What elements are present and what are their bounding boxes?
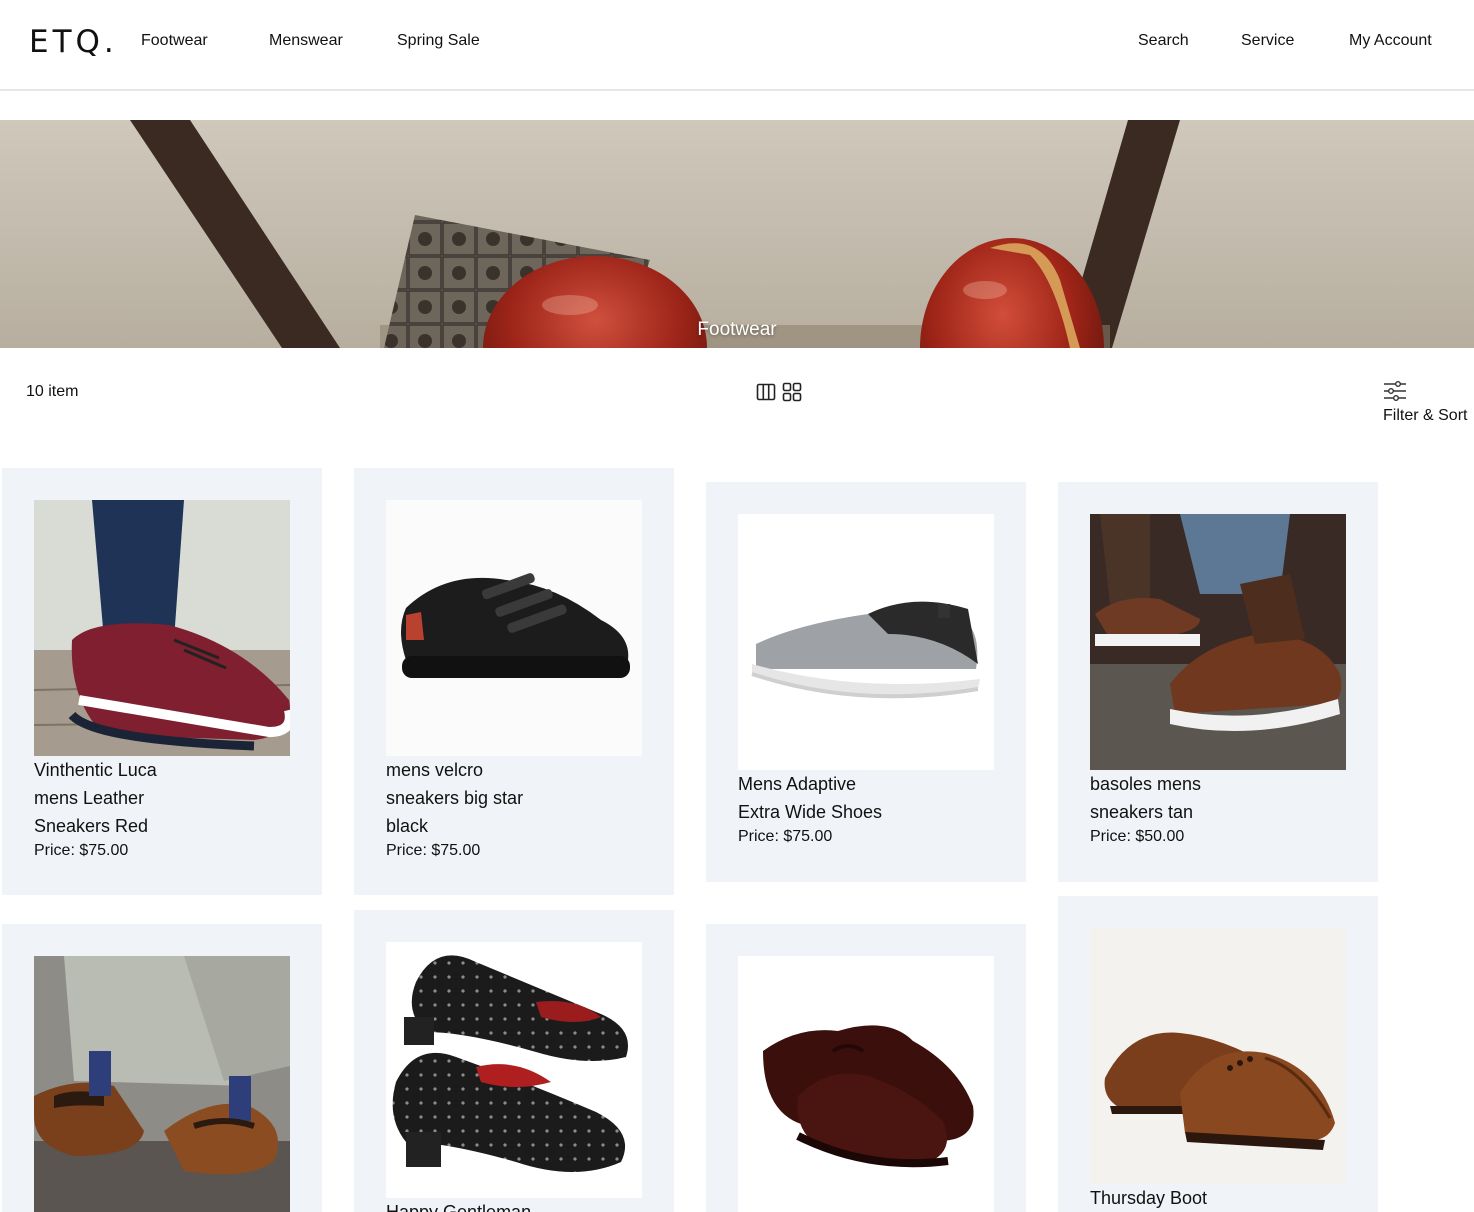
product-name[interactable]: mens velcro sneakers big star black bbox=[386, 756, 536, 840]
product-name[interactable]: Thursday Boot bbox=[1090, 1184, 1240, 1212]
hero-title: Footwear bbox=[697, 319, 777, 340]
two-by-two-grid-icon[interactable] bbox=[782, 382, 802, 402]
product-price: Price: $75.00 bbox=[386, 842, 481, 859]
nav-my-account[interactable]: My Account bbox=[1349, 32, 1432, 50]
item-count: 10 item bbox=[26, 383, 79, 400]
product-card[interactable] bbox=[706, 924, 1026, 1212]
product-card[interactable]: mens velcro sneakers big star black Pric… bbox=[354, 468, 674, 895]
nav-spring-sale[interactable]: Spring Sale bbox=[397, 32, 480, 50]
nav-footwear[interactable]: Footwear bbox=[141, 32, 208, 50]
hero-banner: Footwear bbox=[0, 120, 1474, 348]
hero-image bbox=[0, 120, 1474, 348]
product-image[interactable] bbox=[1090, 928, 1346, 1184]
product-price: Price: $75.00 bbox=[34, 842, 129, 859]
product-card[interactable]: basoles mens sneakers tan Price: $50.00 bbox=[1058, 482, 1378, 882]
product-image[interactable] bbox=[738, 514, 994, 770]
nav-service[interactable]: Service bbox=[1241, 32, 1294, 50]
product-image[interactable] bbox=[34, 956, 290, 1212]
product-card[interactable]: Mens Adaptive Extra Wide Shoes Price: $7… bbox=[706, 482, 1026, 882]
product-image[interactable] bbox=[386, 500, 642, 756]
product-price: Price: $50.00 bbox=[1090, 828, 1185, 845]
nav-menswear[interactable]: Menswear bbox=[269, 32, 343, 50]
product-name[interactable]: Happy Gentleman bbox=[386, 1198, 536, 1212]
product-card[interactable]: Happy Gentleman bbox=[354, 910, 674, 1212]
product-price: Price: $75.00 bbox=[738, 828, 833, 845]
view-toggle bbox=[756, 382, 802, 402]
product-image[interactable] bbox=[1090, 514, 1346, 770]
nav-search[interactable]: Search bbox=[1138, 32, 1189, 50]
product-image[interactable] bbox=[738, 956, 994, 1212]
brand-logo[interactable]: ETQ. bbox=[29, 24, 118, 60]
product-image[interactable] bbox=[386, 942, 642, 1198]
product-card[interactable]: Thursday Boot bbox=[1058, 896, 1378, 1212]
site-header: ETQ. Footwear Menswear Spring Sale Searc… bbox=[0, 0, 1474, 91]
three-column-grid-icon[interactable] bbox=[756, 382, 776, 402]
sliders-icon bbox=[1384, 381, 1406, 401]
product-image[interactable] bbox=[34, 500, 290, 756]
product-name[interactable]: basoles mens sneakers tan bbox=[1090, 770, 1240, 826]
product-card[interactable]: Vinthentic Luca mens Leather Sneakers Re… bbox=[2, 468, 322, 895]
product-card[interactable] bbox=[2, 924, 322, 1212]
filter-sort-label: Filter & Sort bbox=[1383, 407, 1468, 424]
product-name[interactable]: Mens Adaptive Extra Wide Shoes bbox=[738, 770, 888, 826]
product-name[interactable]: Vinthentic Luca mens Leather Sneakers Re… bbox=[34, 756, 184, 840]
